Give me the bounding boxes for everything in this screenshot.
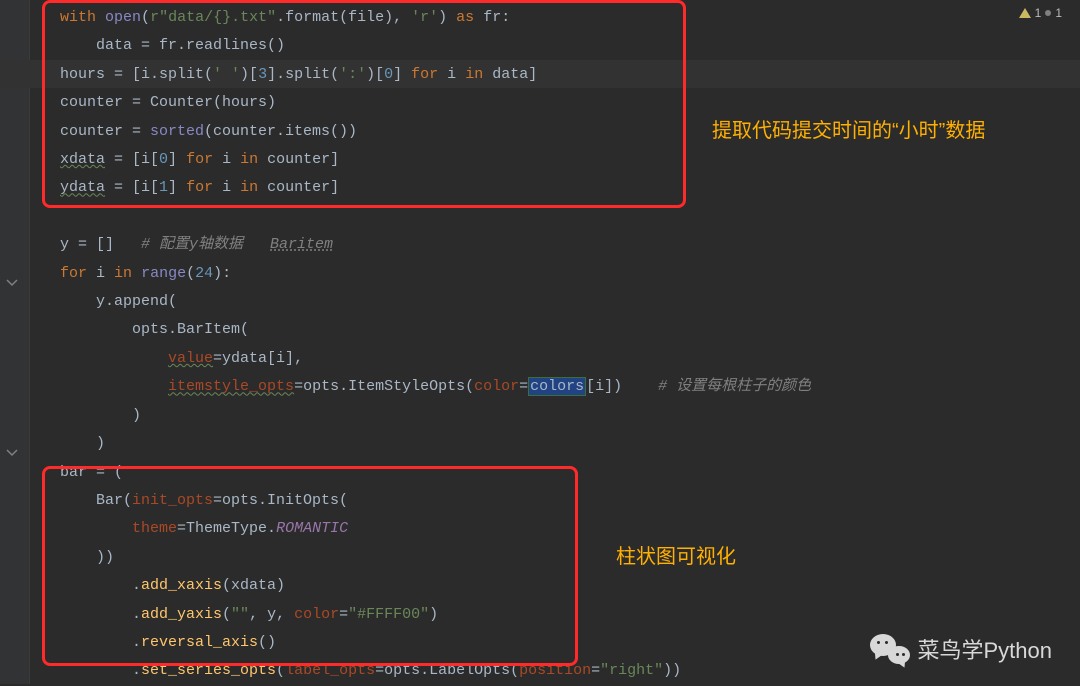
watermark-text: 菜鸟学Python — [918, 633, 1053, 665]
hint-icon — [1045, 10, 1051, 16]
warning-count: 1 — [1035, 6, 1042, 20]
fold-toggle-icon[interactable] — [6, 447, 20, 461]
wechat-icon — [870, 632, 910, 666]
fold-toggle-icon[interactable] — [6, 277, 20, 291]
hint-count: 1 — [1055, 6, 1062, 20]
code-editor[interactable]: with open(r"data/{}.txt".format(file), '… — [30, 0, 1080, 684]
annotation-1: 提取代码提交时间的“小时”数据 — [712, 114, 985, 143]
code-content: with open(r"data/{}.txt".format(file), '… — [60, 4, 1080, 686]
warning-icon — [1019, 8, 1031, 18]
inspection-badge[interactable]: 1 1 — [1019, 6, 1062, 20]
annotation-2: 柱状图可视化 — [616, 540, 736, 569]
watermark: 菜鸟学Python — [870, 632, 1053, 666]
editor-gutter — [0, 0, 30, 684]
